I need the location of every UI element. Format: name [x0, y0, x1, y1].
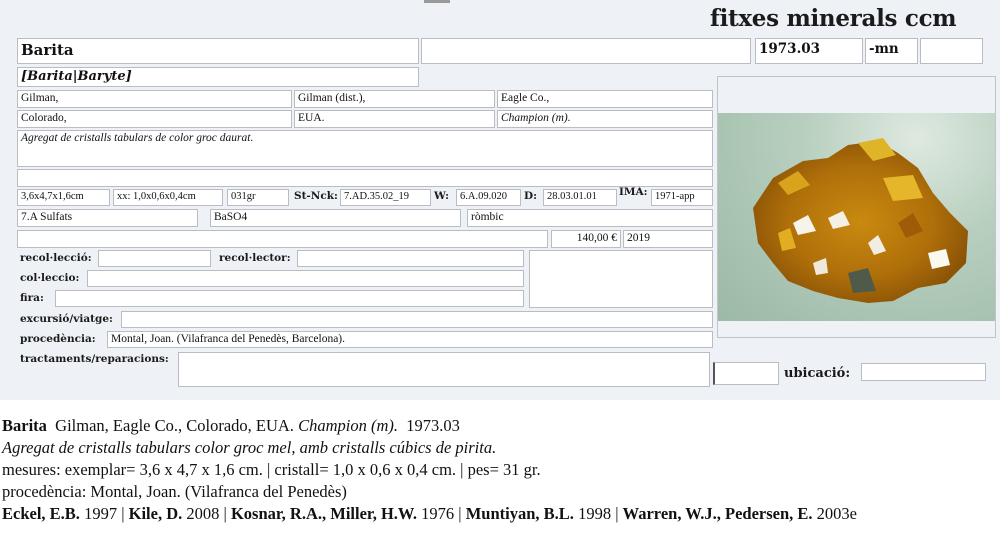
d-label: D:	[524, 190, 537, 202]
specimen-photo[interactable]	[718, 113, 995, 321]
strunz-field[interactable]: 7.AD.35.02_19	[340, 189, 431, 206]
notes-box[interactable]	[529, 250, 713, 308]
price-row-blank-field[interactable]	[17, 230, 548, 248]
excursio-label: excursió/viatge:	[20, 313, 113, 325]
ima-label: IMA:	[619, 186, 648, 198]
formula-field[interactable]: BaSO4	[210, 209, 461, 227]
fira-label: fira:	[20, 292, 44, 304]
mineral-name-field[interactable]: Barita	[17, 38, 419, 64]
description-field[interactable]: Agregat de cristalls tabulars de color g…	[17, 130, 713, 167]
recolector-field[interactable]	[297, 250, 524, 267]
synonyms-field[interactable]: [Barita|Baryte]	[17, 67, 419, 87]
ubicacio-field[interactable]	[861, 363, 986, 381]
summary-description-text: Agregat de cristalls tabulars color groc…	[2, 438, 497, 457]
summary-title-line: Barita Gilman, Eagle Co., Colorado, EUA.…	[2, 415, 998, 437]
w-label: W:	[434, 190, 449, 202]
reference-year: 1998	[578, 504, 612, 523]
reference-year: 1976	[421, 504, 455, 523]
summary-name: Barita	[2, 416, 47, 435]
d-field[interactable]: 28.03.01.01	[543, 189, 617, 206]
tractaments-field[interactable]	[178, 352, 710, 387]
year-field[interactable]: 2019	[623, 230, 713, 248]
price-field[interactable]: 140,00 €	[551, 230, 621, 248]
county-field[interactable]: Eagle Co.,	[497, 90, 713, 108]
summary-references: Eckel, E.B. 1997 | Kile, D. 2008 | Kosna…	[2, 504, 857, 523]
class-field[interactable]: 7.A Sulfats	[17, 209, 198, 227]
reference-author: Kosnar, R.A., Miller, H.W.	[230, 504, 418, 523]
locality-field[interactable]: Gilman,	[17, 90, 292, 108]
reference-author: Kile, D.	[128, 504, 183, 523]
mine-field[interactable]: Champion (m).	[497, 110, 713, 128]
excursio-field[interactable]	[121, 311, 713, 328]
extra-header-field[interactable]	[920, 38, 983, 64]
summary-provenance: procedència: Montal, Joan. (Vilafranca d…	[2, 482, 347, 501]
reference-year: 2003e	[816, 504, 857, 523]
specimen-size-field[interactable]: 3,6x4,7x1,6cm	[17, 189, 110, 206]
notes-field[interactable]	[17, 169, 713, 187]
ima-field[interactable]: 1971-app	[651, 189, 713, 206]
reference-author: Muntiyan, B.L.	[465, 504, 574, 523]
suffix-field[interactable]: -mn	[865, 38, 918, 64]
date-code-field[interactable]: 1973.03	[755, 38, 863, 64]
window-handle[interactable]	[424, 0, 450, 3]
reference-year: 2008	[186, 504, 220, 523]
tractaments-label: tractaments/reparacions:	[20, 353, 169, 365]
fira-field[interactable]	[55, 290, 524, 307]
recolector-label: recol·lector:	[219, 252, 291, 264]
recoleccio-field[interactable]	[98, 250, 211, 267]
summary-code: 1973.03	[406, 416, 460, 435]
strunz-label: St-Nck:	[294, 190, 338, 202]
district-field[interactable]: Gilman (dist.),	[294, 90, 495, 108]
summary-locality: Gilman, Eagle Co., Colorado, EUA.	[55, 416, 294, 435]
summary-description: Agregat de cristalls tabulars color groc…	[2, 437, 998, 459]
summary-mine: Champion (m).	[298, 416, 398, 435]
procedencia-label: procedència:	[20, 333, 96, 345]
crystal-system-field[interactable]: ròmbic	[467, 209, 713, 227]
brand-title: fitxes minerals ccm	[710, 5, 957, 32]
summary-measures: mesures: exemplar= 3,6 x 4,7 x 1,6 cm. |…	[2, 460, 541, 479]
location-code-field[interactable]	[713, 362, 779, 385]
ubicacio-label: ubicació:	[784, 366, 851, 381]
recoleccio-label: recol·lecció:	[20, 252, 92, 264]
country-field[interactable]: EUA.	[294, 110, 495, 128]
colleccio-label: col·leccio:	[20, 272, 80, 284]
baryte-crystal-image	[753, 138, 968, 303]
reference-author: Eckel, E.B.	[2, 504, 80, 523]
specimen-summary: Barita Gilman, Eagle Co., Colorado, EUA.…	[2, 415, 998, 525]
procedencia-field[interactable]: Montal, Joan. (Vilafranca del Penedès, B…	[107, 331, 713, 348]
blank-header-field[interactable]	[421, 38, 751, 64]
w-field[interactable]: 6.A.09.020	[456, 189, 521, 206]
reference-year: 1997	[84, 504, 118, 523]
crystal-size-field[interactable]: xx: 1,0x0,6x0,4cm	[113, 189, 223, 206]
state-field[interactable]: Colorado,	[17, 110, 292, 128]
reference-author: Warren, W.J., Pedersen, E.	[622, 504, 813, 523]
colleccio-field[interactable]	[87, 270, 524, 287]
weight-field[interactable]: 031gr	[227, 189, 289, 206]
